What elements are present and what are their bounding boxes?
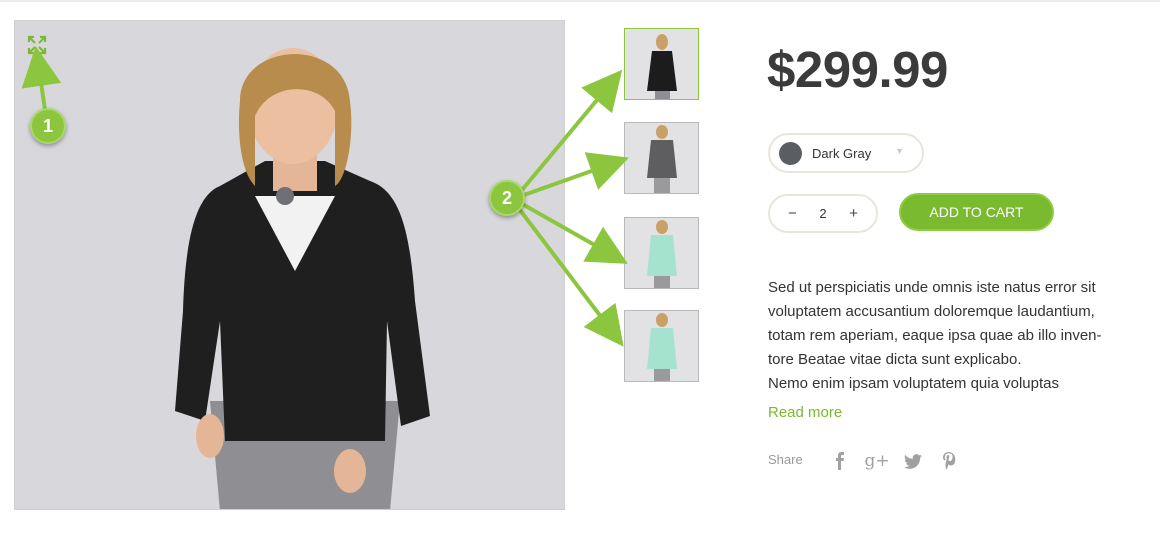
thumb-gray-cardigan-back[interactable] — [624, 122, 699, 194]
callout-2-badge: 2 — [489, 180, 525, 216]
product-detail-page: 1 2 $299.99 Dark Gray ▼ − 2 + ADD TO CAR… — [0, 0, 1160, 537]
share-label: Share — [768, 452, 803, 467]
description-line: totam rem aperiam, eaque ipsa quae ab il… — [768, 327, 1102, 344]
add-to-cart-button[interactable]: ADD TO CART — [899, 193, 1054, 231]
twitter-icon[interactable] — [902, 450, 924, 472]
chevron-down-icon: ▼ — [895, 146, 904, 156]
google-plus-icon[interactable]: g+ — [864, 450, 889, 472]
product-description: Sed ut perspiciatis unde omnis iste natu… — [768, 276, 1124, 396]
thumbnail-image — [625, 311, 698, 381]
thumbnail-image — [625, 218, 698, 288]
color-swatch — [779, 141, 802, 165]
product-price: $299.99 — [767, 41, 948, 98]
facebook-icon[interactable] — [829, 450, 851, 472]
color-select[interactable]: Dark Gray ▼ — [768, 133, 924, 173]
read-more-link[interactable]: Read more — [768, 404, 842, 421]
pinterest-icon[interactable] — [938, 450, 960, 472]
description-line: tore Beatae vitae dicta sunt explicabo. — [768, 351, 1022, 368]
description-line: Sed ut perspiciatis unde omnis iste natu… — [768, 279, 1096, 296]
main-product-image[interactable] — [14, 20, 565, 510]
quantity-decrement-button[interactable]: − — [788, 205, 797, 222]
quantity-stepper[interactable]: − 2 + — [768, 194, 878, 233]
color-select-value: Dark Gray — [812, 145, 872, 161]
top-divider — [0, 0, 1160, 2]
quantity-increment-button[interactable]: + — [849, 205, 858, 222]
description-line: Nemo enim ipsam voluptatem quia voluptas — [768, 375, 1059, 392]
thumbnail-image — [625, 29, 698, 99]
quantity-value[interactable]: 2 — [819, 206, 826, 221]
thumbnail-image — [625, 123, 698, 193]
expand-fullscreen-icon[interactable] — [27, 35, 47, 55]
callout-1-badge: 1 — [30, 108, 66, 144]
thumb-mint-cardigan-front[interactable] — [624, 217, 699, 289]
thumb-black-cardigan-front[interactable] — [624, 28, 699, 100]
thumb-mint-cardigan-back[interactable] — [624, 310, 699, 382]
product-photo — [15, 21, 564, 509]
description-line: voluptatem accusantium doloremque laudan… — [768, 303, 1095, 320]
